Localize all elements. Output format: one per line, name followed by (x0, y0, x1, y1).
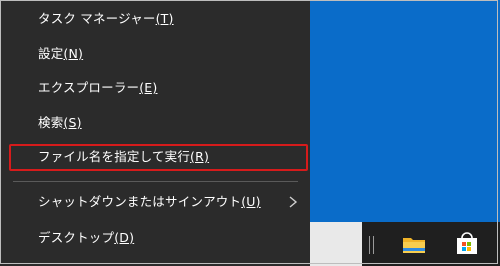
menu-item-explorer[interactable]: エクスプローラー(E) (0, 74, 310, 102)
menu-item-desktop[interactable]: デスクトップ(D) (0, 224, 310, 252)
microsoft-store-icon[interactable] (454, 232, 480, 256)
menu-item-run[interactable]: ファイル名を指定して実行(R) (0, 143, 310, 171)
menu-item-label: シャットダウンまたはサインアウト (38, 194, 242, 209)
menu-item-label: エクスプローラー (38, 80, 140, 95)
menu-item-accel: (S) (63, 115, 82, 130)
menu-item-accel: (E) (139, 80, 158, 95)
menu-item-label: タスク マネージャー (38, 11, 156, 26)
menu-item-accel: (D) (114, 230, 135, 245)
taskbar-grip-icon (369, 236, 374, 254)
winx-context-menu: タスク マネージャー(T) 設定(N) エクスプローラー(E) 検索(S) ファ… (0, 0, 310, 266)
menu-item-shutdown[interactable]: シャットダウンまたはサインアウト(U) (0, 188, 310, 216)
menu-item-accel: (R) (190, 149, 210, 164)
menu-item-label: デスクトップ (38, 230, 115, 245)
chevron-right-icon (289, 196, 298, 208)
file-explorer-icon[interactable] (401, 232, 427, 256)
menu-item-accel: (U) (241, 194, 261, 209)
menu-item-search[interactable]: 検索(S) (0, 109, 310, 137)
menu-divider (13, 181, 298, 182)
menu-item-label: 検索 (38, 115, 64, 130)
menu-item-label: 設定 (38, 46, 64, 61)
menu-item-accel: (T) (155, 11, 174, 26)
menu-item-label: ファイル名を指定して実行 (38, 149, 191, 164)
menu-item-settings[interactable]: 設定(N) (0, 40, 310, 68)
taskbar-search-area[interactable] (310, 222, 362, 266)
menu-item-accel: (N) (63, 46, 84, 61)
menu-item-task-manager[interactable]: タスク マネージャー(T) (0, 5, 310, 33)
